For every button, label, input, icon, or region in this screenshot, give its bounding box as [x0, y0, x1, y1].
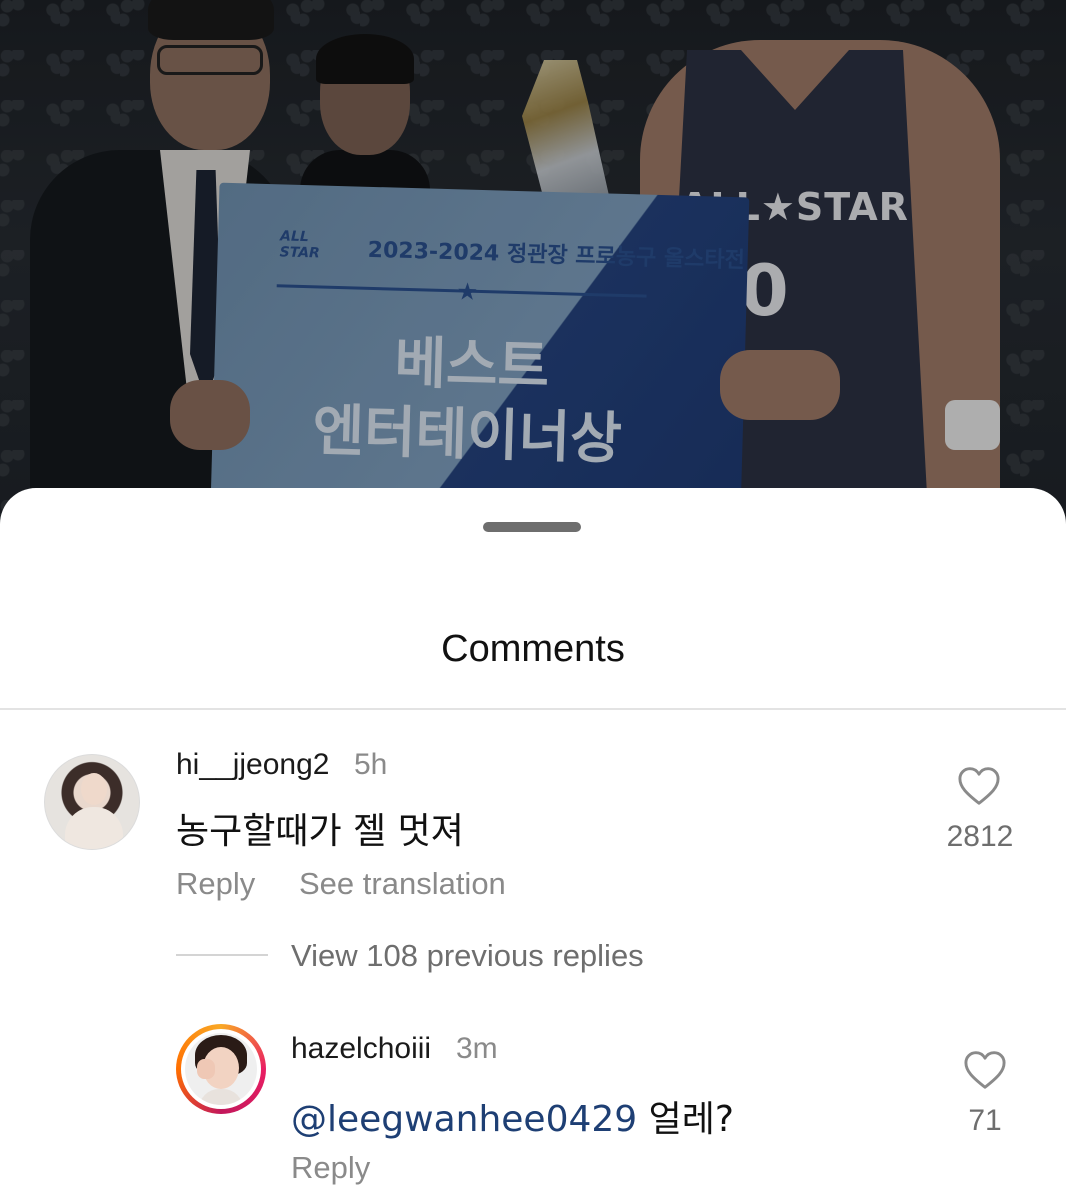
avatar-photo: [185, 1033, 257, 1105]
replies-line: [176, 954, 268, 956]
divider: [0, 708, 1066, 710]
like-count: 71: [968, 1104, 1002, 1137]
like-count: 2812: [946, 820, 1014, 853]
view-replies-button[interactable]: View 108 previous replies: [291, 938, 644, 974]
sheet-title: Comments: [441, 628, 625, 670]
comments-sheet: Comments hi__jjeong2 5h 농구할때가 젤 멋져 Reply…: [0, 488, 1066, 1200]
photo-dim-overlay: [0, 0, 1066, 540]
mention-link[interactable]: @leegwanhee0429: [291, 1099, 637, 1140]
comment-time: 5h: [354, 748, 388, 781]
comment-username[interactable]: hi__jjeong2: [176, 748, 329, 782]
heart-outline-icon[interactable]: [957, 766, 1001, 806]
comment-body: 얼레?: [637, 1099, 734, 1140]
comment-username[interactable]: hazelchoiii: [291, 1032, 431, 1066]
avatar[interactable]: [44, 754, 140, 850]
post-photo: ALL★STAR 0 ALL STAR 2023-2024 정관장 프로농구 올…: [0, 0, 1066, 540]
reply-button[interactable]: Reply: [176, 866, 255, 902]
avatar-figure-body: [65, 807, 123, 849]
avatar-figure-hand: [197, 1059, 215, 1079]
reply-button[interactable]: Reply: [291, 1150, 370, 1186]
avatar-figure-face: [81, 773, 107, 805]
comment-text: 농구할때가 젤 멋져: [176, 811, 464, 852]
drag-handle[interactable]: [483, 522, 581, 532]
see-translation-button[interactable]: See translation: [299, 866, 506, 902]
avatar-figure-body: [199, 1089, 243, 1105]
comment-time: 3m: [456, 1032, 498, 1065]
heart-outline-icon[interactable]: [963, 1050, 1007, 1090]
avatar[interactable]: [181, 1029, 261, 1109]
comment-text: @leegwanhee0429 얼레?: [291, 1090, 734, 1142]
